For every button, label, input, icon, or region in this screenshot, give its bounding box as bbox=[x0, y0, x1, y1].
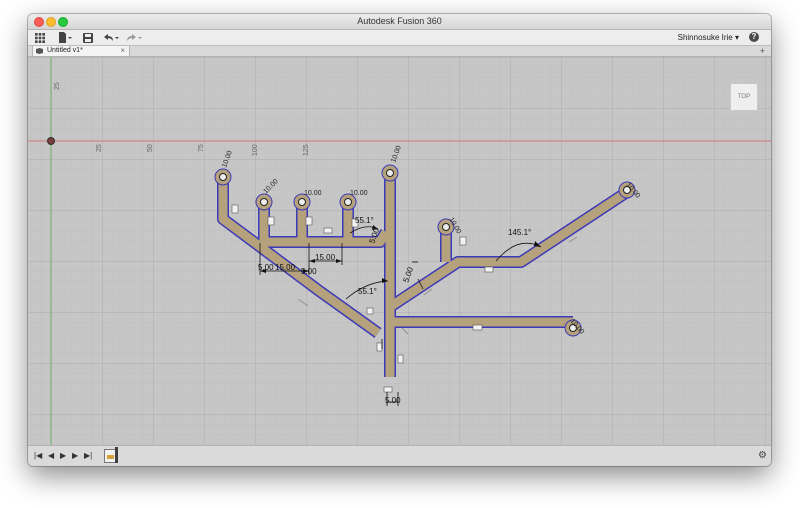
pad-label-5: 10.00 bbox=[350, 190, 368, 197]
document-tab-icon bbox=[36, 48, 43, 54]
timeline-bar: |◀ ◀ ▶ ▶ ▶| ⚙ bbox=[28, 445, 771, 466]
ruler-label-x-125: 125 bbox=[303, 144, 310, 156]
help-icon[interactable]: ? bbox=[749, 32, 759, 42]
data-panel-grid-icon[interactable] bbox=[34, 32, 46, 43]
close-tab-icon[interactable]: × bbox=[120, 46, 125, 56]
document-tab[interactable]: Untitled v1* × bbox=[32, 46, 130, 56]
timeline-last-icon[interactable]: ▶| bbox=[84, 451, 92, 461]
title-bar: Autodesk Fusion 360 bbox=[28, 14, 771, 30]
length-dimension-15a[interactable]: 15.00 bbox=[275, 263, 296, 272]
user-account-menu[interactable]: Shinnosuke Irie ▾ bbox=[678, 30, 739, 45]
view-cube[interactable]: TOP bbox=[730, 83, 758, 111]
zoom-window-button[interactable] bbox=[58, 17, 68, 27]
ruler-label-x-75: 75 bbox=[198, 144, 205, 152]
undo-icon[interactable] bbox=[103, 32, 119, 43]
ruler-label-x-25: 25 bbox=[96, 144, 103, 152]
app-window: Autodesk Fusion 360 Shinnosuke Irie ▾ ? … bbox=[28, 14, 771, 466]
pad-label-4: 10.00 bbox=[304, 190, 322, 197]
file-menu-icon[interactable] bbox=[58, 32, 72, 43]
design-canvas[interactable]: 25 50 75 100 125 25 10.00 10.00 10.00 10… bbox=[28, 57, 771, 446]
document-tab-label: Untitled v1* bbox=[47, 47, 83, 54]
ruler-label-x-50: 50 bbox=[147, 144, 154, 152]
document-tab-bar: Untitled v1* × + bbox=[28, 46, 771, 57]
angle-dimension-1[interactable]: 55.1° bbox=[355, 216, 374, 225]
ruler-label-x-100: 100 bbox=[252, 144, 259, 156]
new-tab-icon[interactable]: + bbox=[760, 46, 765, 56]
timeline-marker[interactable] bbox=[115, 447, 118, 463]
length-dimension-5a[interactable]: 5.00 bbox=[258, 263, 274, 272]
timeline-first-icon[interactable]: |◀ bbox=[34, 451, 42, 461]
ruler-label-y-25: 25 bbox=[54, 82, 61, 90]
timeline-play-icon[interactable]: ▶ bbox=[60, 451, 66, 461]
close-window-button[interactable] bbox=[34, 17, 44, 27]
length-dimension-15b[interactable]: 15.00 bbox=[315, 253, 336, 262]
window-title: Autodesk Fusion 360 bbox=[357, 16, 442, 26]
save-icon[interactable] bbox=[82, 32, 93, 43]
angle-dimension-3[interactable]: 145.1° bbox=[508, 228, 531, 237]
origin-point[interactable] bbox=[47, 137, 55, 145]
timeline-previous-icon[interactable]: ◀ bbox=[48, 451, 54, 461]
minimize-window-button[interactable] bbox=[46, 17, 56, 27]
length-dimension-5c[interactable]: 5.00 bbox=[385, 396, 401, 405]
angle-dimension-2[interactable]: 55.1° bbox=[358, 287, 377, 296]
length-dimension-5b[interactable]: 5.00 bbox=[301, 267, 317, 276]
top-toolbar: Shinnosuke Irie ▾ ? bbox=[28, 30, 771, 46]
sketch-viewport[interactable]: 25 50 75 100 125 25 10.00 10.00 10.00 10… bbox=[28, 57, 771, 446]
redo-icon[interactable] bbox=[126, 32, 142, 43]
timeline-next-icon[interactable]: ▶ bbox=[72, 451, 78, 461]
gear-icon[interactable]: ⚙ bbox=[758, 450, 767, 461]
